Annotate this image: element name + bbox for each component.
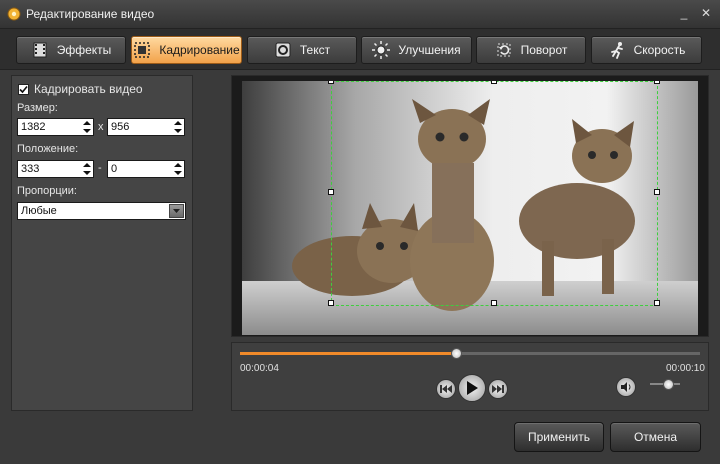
crop-handle-top-left[interactable]	[328, 81, 334, 84]
skip-back-icon	[440, 385, 452, 393]
size-label: Размер:	[17, 102, 58, 114]
crop-handle-bottom[interactable]	[491, 300, 497, 306]
tab-speed[interactable]: Скорость	[591, 36, 702, 64]
position-label: Положение:	[17, 143, 79, 155]
current-time: 00:00:04	[240, 363, 279, 374]
crop-video-label: Кадрировать видео	[34, 82, 143, 96]
timeline-scrubber[interactable]	[451, 348, 463, 359]
crop-handle-left[interactable]	[328, 189, 334, 195]
timeline-progress	[240, 352, 457, 355]
spin-arrows-icon[interactable]	[174, 120, 182, 134]
window-title: Редактирование видео	[26, 7, 155, 21]
timeline-track[interactable]	[240, 352, 700, 355]
crop-frame[interactable]	[328, 81, 660, 306]
video-preview	[231, 75, 709, 337]
skip-forward-icon	[492, 385, 504, 393]
crop-video-checkbox[interactable]	[18, 84, 29, 95]
tab-crop[interactable]: Кадрирование	[131, 36, 242, 64]
running-man-icon	[610, 42, 623, 59]
tab-enhance-label: Улучшения	[398, 43, 461, 57]
crop-icon	[134, 42, 151, 58]
minimize-button[interactable]: _	[675, 5, 693, 21]
position-y-input[interactable]: 0	[107, 160, 185, 178]
crop-handle-top-right[interactable]	[654, 81, 660, 84]
rotate-icon	[497, 43, 511, 57]
volume-knob[interactable]	[663, 379, 674, 390]
close-button[interactable]: ✕	[697, 5, 715, 21]
tab-rotate-label: Поворот	[520, 43, 568, 57]
volume-button[interactable]	[616, 377, 636, 397]
apply-button[interactable]: Применить	[514, 422, 604, 452]
chevron-down-icon	[173, 209, 180, 213]
tab-speed-label: Скорость	[633, 43, 686, 57]
crop-handle-right[interactable]	[654, 189, 660, 195]
tab-effects[interactable]: Эффекты	[16, 36, 126, 64]
crop-handle-bottom-right[interactable]	[654, 300, 660, 306]
tab-enhance[interactable]: Улучшения	[361, 36, 472, 64]
spin-arrows-icon[interactable]	[83, 162, 91, 176]
size-separator: x	[98, 121, 104, 133]
film-effects-icon	[33, 42, 47, 58]
position-y-value: 0	[111, 163, 118, 175]
spin-arrows-icon[interactable]	[174, 162, 182, 176]
spin-arrows-icon[interactable]	[83, 120, 91, 134]
crop-settings-panel: Кадрировать видео Размер: 1382 x 956 Пол…	[11, 75, 193, 411]
tab-effects-label: Эффекты	[56, 43, 112, 57]
height-value: 956	[111, 121, 130, 133]
app-logo-icon	[7, 7, 21, 21]
cancel-button[interactable]: Отмена	[610, 422, 701, 452]
crop-handle-top[interactable]	[491, 81, 497, 84]
video-frame	[242, 81, 698, 335]
previous-button[interactable]	[436, 379, 456, 399]
position-separator: -	[98, 162, 102, 174]
checkmark-icon	[19, 85, 28, 94]
title-bar: Редактирование видео _ ✕	[0, 0, 720, 29]
height-input[interactable]: 956	[107, 118, 185, 136]
position-x-input[interactable]: 333	[17, 160, 94, 178]
crop-handle-bottom-left[interactable]	[328, 300, 334, 306]
speaker-icon	[621, 382, 631, 392]
tab-crop-label: Кадрирование	[159, 43, 240, 57]
tab-text-label: Текст	[299, 43, 331, 57]
text-icon	[275, 42, 291, 58]
proportions-label: Пропорции:	[17, 185, 77, 197]
proportions-value: Любые	[21, 205, 57, 217]
next-button[interactable]	[488, 379, 508, 399]
dropdown-button[interactable]	[169, 204, 184, 218]
play-icon	[467, 381, 478, 395]
width-value: 1382	[21, 121, 46, 133]
tab-rotate[interactable]: Поворот	[476, 36, 586, 64]
proportions-select[interactable]: Любые	[17, 202, 186, 220]
width-input[interactable]: 1382	[17, 118, 94, 136]
toolbar-tabs: Эффекты Кадрирование Текст Улучшения Пов…	[0, 29, 720, 70]
sun-enhance-icon	[372, 41, 391, 59]
tab-text[interactable]: Текст	[247, 36, 357, 64]
play-button[interactable]	[458, 374, 486, 402]
player-controls: 00:00:04 00:00:10	[231, 342, 709, 411]
total-time: 00:00:10	[666, 363, 705, 374]
position-x-value: 333	[21, 163, 40, 175]
